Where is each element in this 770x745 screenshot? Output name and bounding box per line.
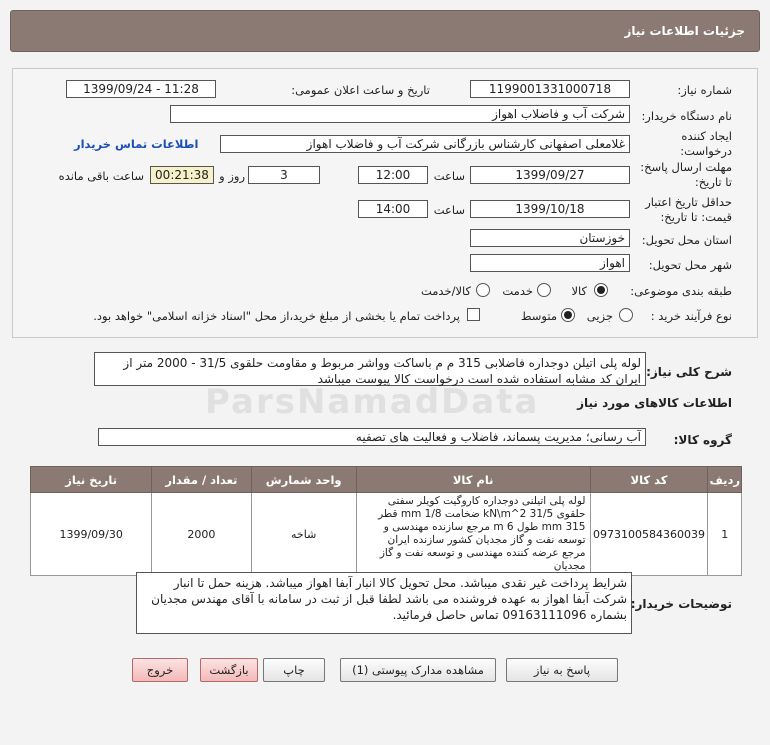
treasury-payment-label: پرداخت تمام یا بخشی از مبلغ خرید،از محل … — [93, 309, 460, 323]
col-name: نام کالا — [355, 466, 591, 493]
watermark: ParsNamadData — [205, 382, 540, 422]
buyer-contact-link[interactable]: اطلاعات تماس خریدار — [74, 137, 198, 151]
category-goods-service-radio[interactable] — [476, 283, 490, 297]
treasury-payment-checkbox[interactable] — [467, 308, 480, 321]
cell-name: لوله پلی اتیلنی دوجداره کاروگیت کویلر سف… — [355, 492, 591, 576]
buyer-org-field: شرکت آب و فاضلاب اهواز — [170, 105, 630, 123]
days-label: روز و — [219, 169, 245, 183]
view-docs-button[interactable]: مشاهده مدارک پیوستی (1) — [340, 658, 496, 682]
category-label: طبقه بندی موضوعی: — [630, 284, 732, 298]
general-desc-label: شرح کلی نیاز: — [646, 365, 732, 379]
province-label: استان محل تحویل: — [641, 233, 732, 247]
general-desc-box: لوله پلی اتیلن دوجداره فاضلابی 315 م م ب… — [94, 352, 646, 386]
goods-info-title: اطلاعات کالاهای مورد نیاز — [577, 396, 732, 410]
process-medium-label: متوسط — [520, 309, 557, 323]
category-goods-label: کالا — [571, 284, 587, 298]
col-qty: تعداد / مقدار — [151, 466, 252, 493]
send-time-label: ساعت — [433, 169, 465, 183]
process-minor-radio[interactable] — [619, 308, 633, 322]
cell-date: 1399/09/30 — [29, 492, 153, 576]
send-date-field: 1399/09/27 — [470, 166, 630, 184]
exit-button[interactable]: خروج — [132, 658, 188, 682]
announce-label: تاریخ و ساعت اعلان عمومی: — [291, 83, 430, 97]
remaining-time-field: 00:21:38 — [150, 166, 214, 184]
items-table: ردیف کد کالا نام کالا واحد شمارش تعداد /… — [29, 466, 742, 576]
cell-unit: شاخه — [250, 492, 357, 576]
cell-qty: 2000 — [151, 492, 252, 576]
province-field: خوزستان — [470, 229, 630, 247]
send-deadline-label: مهلت ارسال پاسخ: تا تاریخ: — [640, 160, 732, 189]
city-label: شهر محل تحویل: — [648, 258, 732, 272]
process-minor-label: جزیی — [586, 309, 613, 323]
price-time-label: ساعت — [433, 203, 465, 217]
announce-field: 1399/09/24 - 11:28 — [66, 80, 216, 98]
buyer-notes-box: شرایط پرداخت غیر نقدی میباشد. محل تحویل … — [136, 572, 632, 634]
buyer-org-label: نام دستگاه خریدار: — [641, 109, 732, 123]
cell-row: 1 — [707, 492, 742, 576]
category-service-radio[interactable] — [537, 283, 551, 297]
col-code: کد کالا — [589, 466, 709, 493]
col-date: تاریخ نیاز — [29, 466, 153, 493]
process-medium-radio[interactable] — [561, 308, 575, 322]
creator-label: ایجاد کننده درخواست: — [680, 129, 732, 158]
col-row: ردیف — [707, 466, 742, 493]
price-validity-label: حداقل تاریخ اعتبار قیمت: تا تاریخ: — [645, 195, 732, 224]
buyer-notes-label: توضیحات خریدار: — [630, 597, 732, 611]
send-time-field: 12:00 — [358, 166, 428, 184]
creator-field: غلامعلی اصفهانی کارشناس بازرگانی شرکت آب… — [220, 135, 630, 153]
remaining-label: ساعت باقی مانده — [58, 169, 144, 183]
table-row: 1 0973100584360039 لوله پلی اتیلنی دوجدا… — [29, 492, 742, 576]
process-label: نوع فرآیند خرید : — [650, 309, 732, 323]
cell-code: 0973100584360039 — [589, 492, 709, 576]
category-goods-service-label: کالا/خدمت — [420, 284, 471, 298]
days-field: 3 — [248, 166, 320, 184]
print-button[interactable]: چاپ — [263, 658, 325, 682]
need-number-label: شماره نیاز: — [677, 83, 732, 97]
price-date-field: 1399/10/18 — [470, 200, 630, 218]
category-goods-radio[interactable] — [594, 283, 608, 297]
reply-button[interactable]: پاسخ به نیاز — [506, 658, 618, 682]
goods-group-field: آب رسانی؛ مدیریت پسماند، فاضلاب و فعالیت… — [98, 428, 646, 446]
need-number-field: 1199001331000718 — [470, 80, 630, 98]
city-field: اهواز — [470, 254, 630, 272]
col-unit: واحد شمارش — [250, 466, 357, 493]
goods-group-label: گروه کالا: — [673, 433, 732, 447]
price-time-field: 14:00 — [358, 200, 428, 218]
category-service-label: خدمت — [502, 284, 533, 298]
page-title: جزئیات اطلاعات نیاز — [10, 10, 760, 52]
back-button[interactable]: بازگشت — [200, 658, 258, 682]
